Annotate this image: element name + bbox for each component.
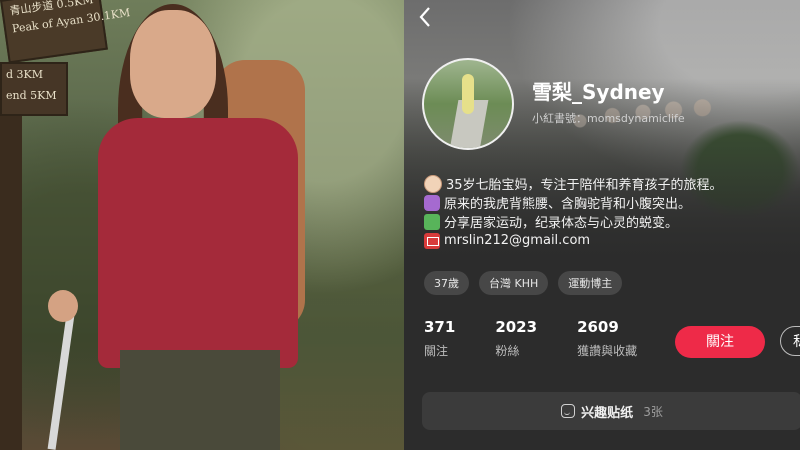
profile-screen: 雪梨_Sydney 小紅書號：momsdynamiclife 35岁七胎宝妈，专…: [404, 0, 800, 450]
bio-line: 35岁七胎宝妈，专注于陪伴和养育孩子的旅程。: [424, 174, 794, 193]
stat-value: 371: [424, 318, 456, 336]
avatar[interactable]: [422, 58, 514, 150]
stat-label: 獲讚與收藏: [577, 344, 638, 358]
sticker-count: 3张: [643, 404, 663, 419]
profile-name: 雪梨_Sydney: [532, 80, 665, 104]
running-icon: [424, 213, 440, 230]
stat-value: 2023: [495, 318, 538, 336]
stat-label: 關注: [424, 344, 449, 358]
hiker-photo: 青山步道 0.5KM Peak of Ayan 30.1KM d 3KM end…: [0, 0, 404, 450]
profile-stats: 371 關注 2023 粉絲 2609 獲讚與收藏: [424, 318, 677, 359]
message-button[interactable]: 私: [780, 326, 800, 356]
bio-line: 原来的我虎背熊腰、含胸驼背和小腹突出。: [424, 193, 794, 212]
tag-age[interactable]: 37歲: [424, 271, 469, 295]
stat-likes[interactable]: 2609 獲讚與收藏: [577, 318, 637, 359]
follow-button[interactable]: 關注: [675, 326, 765, 358]
hand: [48, 290, 78, 322]
red-shirt: [98, 118, 298, 368]
bio: 35岁七胎宝妈，专注于陪伴和养育孩子的旅程。 原来的我虎背熊腰、含胸驼背和小腹突…: [424, 174, 794, 250]
bio-line: 分享居家运动，纪录体态与心灵的蜕变。: [424, 212, 794, 231]
stat-value: 2609: [577, 318, 619, 336]
sign-text: end 5KM: [6, 89, 57, 102]
pregnant-woman-icon: [424, 194, 440, 211]
sign-text: d 3KM: [6, 68, 44, 81]
bio-text: 35岁七胎宝妈，专注于陪伴和养育孩子的旅程。: [446, 178, 723, 193]
sticker-label: 兴趣贴纸: [581, 405, 634, 421]
stat-label: 粉絲: [495, 344, 520, 358]
bio-line: mrslin212@gmail.com: [424, 231, 794, 250]
mail-icon: [424, 232, 440, 249]
stat-following[interactable]: 371 關注: [424, 318, 455, 359]
face: [130, 10, 216, 118]
sign-post: [0, 110, 22, 450]
bio-text: 原来的我虎背熊腰、含胸驼背和小腹突出。: [444, 197, 692, 212]
smile-sticker-icon: [561, 404, 576, 418]
chevron-left-icon[interactable]: [418, 6, 442, 30]
bio-email: mrslin212@gmail.com: [444, 233, 591, 248]
baby-icon: [424, 174, 442, 193]
tag-location[interactable]: 台灣 KHH: [479, 271, 549, 295]
tag-category[interactable]: 運動博主: [558, 271, 623, 295]
bio-text: 分享居家运动，纪录体态与心灵的蜕变。: [444, 216, 679, 231]
profile-tags: 37歲 台灣 KHH 運動博主: [424, 271, 623, 295]
stat-followers[interactable]: 2023 粉絲: [495, 318, 537, 359]
pants: [120, 350, 280, 450]
trail-sign-bottom: d 3KM end 5KM: [0, 62, 68, 116]
interest-stickers-button[interactable]: 兴趣贴纸 3张: [422, 392, 800, 430]
red-id: 小紅書號：momsdynamiclife: [532, 112, 685, 125]
